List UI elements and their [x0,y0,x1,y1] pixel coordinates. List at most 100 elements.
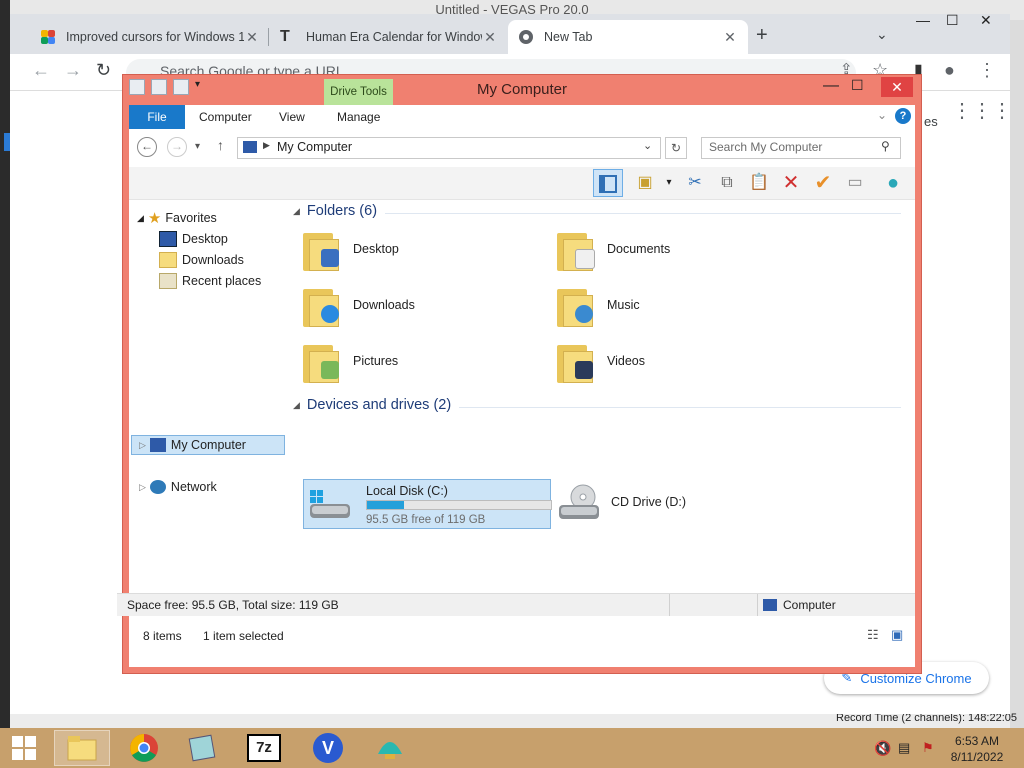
profile-icon[interactable]: ● [944,60,955,81]
drive-cd-d[interactable]: CD Drive (D:) [557,483,686,521]
taskbar-chrome[interactable] [116,730,172,766]
menu-icon[interactable]: ⋮ [978,60,996,81]
collapse-arrow-icon[interactable]: ◢ [137,213,144,224]
nav-item-downloads[interactable]: Downloads [159,252,244,268]
taskbar-vegas[interactable]: V [300,730,356,766]
volume-muted-icon[interactable]: 🔇 [874,740,891,757]
my-computer-node[interactable]: ▷ My Computer [139,438,246,452]
refresh-icon[interactable]: ↻ [665,137,687,159]
recent-dropdown-icon[interactable]: ▾ [195,141,200,152]
group-title: Folders (6) [306,203,378,219]
favorites-node[interactable]: ◢ ★ Favorites [137,209,217,227]
minimize-icon[interactable]: — [916,12,930,28]
ribbon-expand-icon[interactable]: ⌄ [877,108,887,122]
folder-downloads[interactable]: Downloads [303,283,415,327]
properties-icon[interactable]: ▣ [633,171,657,195]
reload-icon[interactable]: ↻ [96,60,111,81]
clock-time[interactable]: 6:53 AM [942,734,1012,748]
explorer-title-bar[interactable]: ▾ Drive Tools My Computer — ☐ ✕ [123,75,921,105]
explorer-body: ← → ▾ ↑ ▶ My Computer ⌄ ↻ Search My Comp… [129,129,915,667]
breadcrumb-arrow-icon[interactable]: ▶ [263,140,270,151]
folder-music[interactable]: Music [557,283,640,327]
collapse-arrow-icon[interactable]: ◢ [293,206,300,217]
explorer-window: ▾ Drive Tools My Computer — ☐ ✕ File Com… [117,74,922,674]
vegas-icon: V [313,733,343,763]
forward-icon[interactable]: → [167,137,187,157]
my-computer-label: My Computer [170,438,246,452]
ntp-partial-text: es [924,114,938,129]
space-info: Space free: 95.5 GB, Total size: 119 GB [127,598,339,612]
paste-icon[interactable]: 📋 [747,171,771,195]
devices-group-header[interactable]: ◢ Devices and drives (2) [293,397,451,413]
search-placeholder: Search My Computer [709,140,823,154]
address-dropdown-icon[interactable]: ⌄ [643,139,652,152]
expand-arrow-icon[interactable]: ▷ [139,482,146,493]
up-icon[interactable]: ↑ [217,137,224,153]
folder-videos[interactable]: Videos [557,339,645,383]
checkmark-icon[interactable]: ✔ [811,171,835,195]
close-icon[interactable]: ✕ [980,12,992,29]
shell-icon[interactable]: ● [881,171,905,195]
folder-icon [303,339,343,383]
minimize-icon[interactable]: — [823,77,839,95]
tab-close-icon[interactable]: ✕ [482,29,498,46]
nav-item-recent-places[interactable]: Recent places [159,273,261,289]
folder-pictures[interactable]: Pictures [303,339,398,383]
folder-icon [303,227,343,271]
folder-icon [557,227,597,271]
drive-label: CD Drive (D:) [611,495,686,509]
large-icons-view-icon[interactable]: ▣ [891,627,903,643]
tab-search-icon[interactable]: ⌄ [876,26,888,43]
tab-file[interactable]: File [129,105,185,129]
drive-local-disk-c[interactable]: Local Disk (C:) 95.5 GB free of 119 GB [303,479,552,529]
properties-dropdown-icon[interactable]: ▾ [657,171,681,195]
tab-view[interactable]: View [279,110,305,124]
rename-icon[interactable]: ▭ [843,171,867,195]
tab-improved-cursors[interactable]: Improved cursors for Windows 1 ✕ [30,20,270,54]
nav-item-desktop[interactable]: Desktop [159,231,228,247]
folder-icon [303,283,343,327]
back-icon[interactable]: ← [32,60,50,81]
collapse-arrow-icon[interactable]: ◢ [293,400,300,411]
ribbon-tabs: File Computer View Manage ⌄ ? [129,105,915,129]
delete-icon[interactable]: ✕ [779,171,803,195]
tab-computer[interactable]: Computer [199,110,252,124]
vegas-left-panel [0,0,10,730]
network-node[interactable]: ▷ Network [139,480,217,494]
group-title: Devices and drives (2) [306,397,452,413]
cut-icon[interactable]: ✂ [683,171,707,195]
folder-documents[interactable]: Documents [557,227,670,271]
apps-grid-icon[interactable]: ⋮⋮⋮ [952,98,1012,123]
taskbar-7zip[interactable]: 7z [236,730,292,766]
network-tray-icon[interactable]: ▤ [898,740,910,756]
taskbar-notes[interactable] [174,730,230,766]
folder-desktop[interactable]: Desktop [303,227,399,271]
drive-usage-bar [366,500,552,510]
maximize-icon[interactable]: ☐ [946,12,959,29]
tab-close-icon[interactable]: ✕ [244,29,260,46]
action-center-icon[interactable]: ⚑ [922,740,934,756]
clock-date[interactable]: 8/11/2022 [942,750,1012,764]
start-button[interactable] [0,730,48,766]
tab-new-tab[interactable]: New Tab ✕ [508,20,748,54]
maximize-icon[interactable]: ☐ [851,77,864,94]
expand-arrow-icon[interactable]: ▷ [139,440,146,451]
chrome-icon [130,734,158,762]
selection-count: 1 item selected [203,629,284,643]
copy-icon[interactable]: ⧉ [715,171,739,195]
new-tab-button[interactable]: + [756,24,768,47]
taskbar-shell[interactable] [362,730,418,766]
forward-icon[interactable]: → [64,60,82,81]
taskbar-file-explorer[interactable] [54,730,110,766]
folders-group-header[interactable]: ◢ Folders (6) [293,203,377,219]
layout-pane-icon[interactable] [593,169,623,197]
desktop-icon [159,231,177,247]
tab-close-icon[interactable]: ✕ [722,29,738,46]
details-view-icon[interactable]: ☷ [867,627,879,643]
back-icon[interactable]: ← [137,137,157,157]
window-title: My Computer [476,81,568,98]
tab-manage[interactable]: Manage [337,110,380,124]
close-button[interactable]: ✕ [881,77,913,97]
help-icon[interactable]: ? [895,108,911,124]
tab-human-era[interactable]: T Human Era Calendar for Window ✕ [270,20,508,54]
